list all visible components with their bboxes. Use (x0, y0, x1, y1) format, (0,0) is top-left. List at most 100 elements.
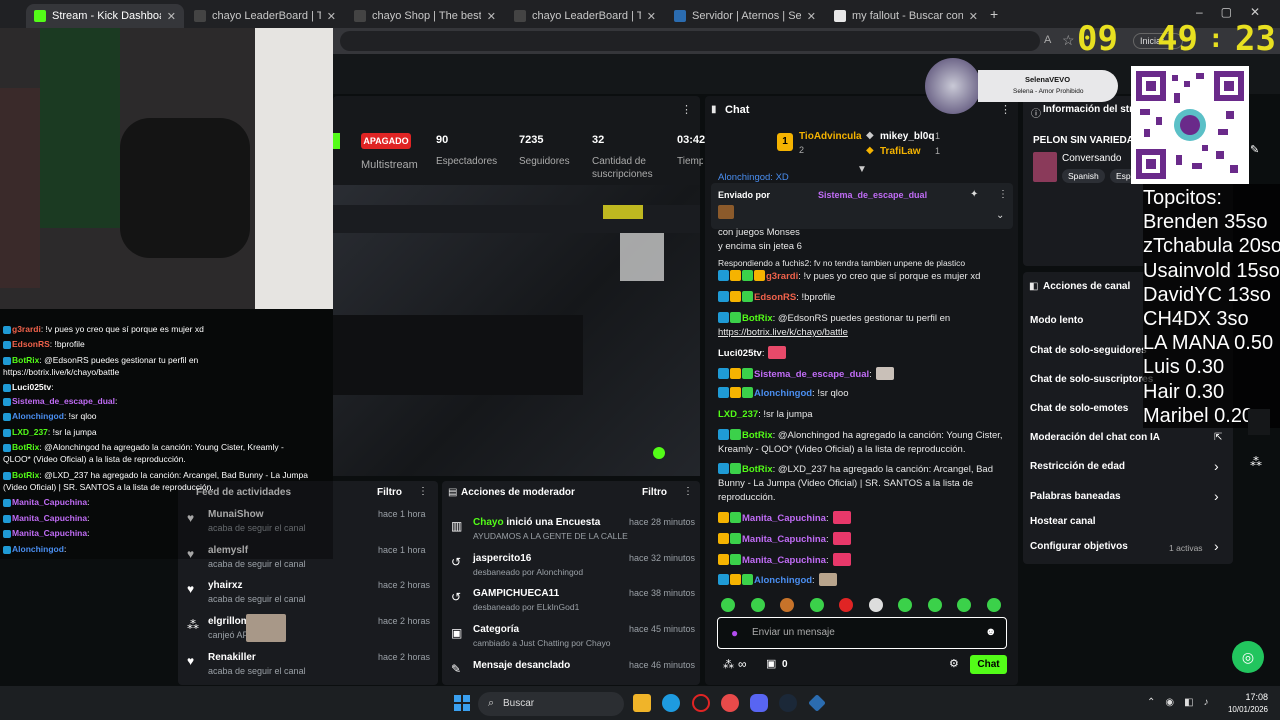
browser-tab[interactable]: Stream - Kick Dashboard ✕ (26, 4, 184, 28)
mod-action-subject[interactable]: jaspercito16 (473, 553, 531, 564)
emote-picker-item[interactable] (809, 598, 824, 612)
edit-icon[interactable]: ✎ (1250, 143, 1259, 156)
preview-more-icon[interactable]: ⋮ (681, 103, 692, 116)
send-chat-button[interactable]: Chat (970, 655, 1007, 674)
chat-username[interactable]: Luci025tv (718, 348, 762, 359)
chat-username[interactable]: BotRix (742, 430, 773, 441)
tab-close-icon[interactable]: ✕ (487, 10, 496, 23)
channel-action-item[interactable]: Configurar objetivos (1030, 541, 1128, 552)
side-dots-icon[interactable]: ⁂ (1250, 455, 1262, 469)
leader-2-name[interactable]: mikey_bl0q (880, 131, 934, 142)
read-aloud-icon[interactable]: A (1044, 34, 1051, 46)
file-explorer-icon[interactable] (633, 694, 651, 712)
feed-filter[interactable]: Filtro (377, 487, 402, 498)
edge-icon[interactable] (662, 694, 680, 712)
chat-username[interactable]: Sistema_de_escape_dual (754, 369, 869, 380)
chat-username[interactable]: BotRix (742, 464, 773, 475)
feed-user[interactable]: elgrillom (208, 616, 250, 627)
feed-user[interactable]: Renakiller (208, 652, 256, 663)
channel-action-item[interactable]: Chat de solo-emotes (1030, 403, 1128, 414)
tab-close-icon[interactable]: ✕ (969, 10, 978, 23)
mod-action-subject[interactable]: Chayo (473, 517, 504, 528)
chat-username[interactable]: Manita_Capuchina (742, 534, 826, 545)
windows-start-icon[interactable] (454, 695, 470, 711)
emote-picker-item[interactable] (780, 598, 794, 612)
chat-username[interactable]: Manita_Capuchina (742, 555, 826, 566)
pinned-expand-icon[interactable]: ⌄ (996, 210, 1004, 221)
system-tray-icons[interactable]: ⌃◉◧♪ (1147, 697, 1219, 708)
browser-tab[interactable]: Servidor | Aternos | Servidor de Mi ✕ (666, 4, 824, 28)
tab-close-icon[interactable]: ✕ (647, 10, 656, 23)
steam-icon[interactable] (779, 694, 797, 712)
mod-filter[interactable]: Filtro (642, 487, 667, 498)
channel-action-item[interactable]: Modo lento (1030, 315, 1083, 326)
channel-action-item[interactable]: Hostear canal (1030, 516, 1096, 527)
channel-action-item[interactable]: Moderación del chat con IA (1030, 432, 1160, 443)
channel-action-item[interactable]: Chat de solo-suscriptores (1030, 374, 1153, 385)
side-tool-icon[interactable] (1248, 409, 1270, 435)
category-name[interactable]: Conversando (1062, 153, 1121, 164)
channel-action-item[interactable]: Palabras baneadas (1030, 491, 1121, 502)
chat-username[interactable]: Alonchingod (754, 388, 812, 399)
feed-user[interactable]: yhairxz (208, 580, 242, 591)
browser-tab[interactable]: chayo LeaderBoard | The best Cha ✕ (186, 4, 344, 28)
emote-picker-item[interactable] (927, 598, 942, 612)
tab-close-icon[interactable]: ✕ (327, 10, 336, 23)
chat-username[interactable]: g3rardi (766, 271, 798, 282)
gift-icon[interactable]: ▣ (766, 657, 776, 670)
channel-action-item[interactable]: Chat de solo-seguidores (1030, 345, 1147, 356)
chat-username[interactable]: LXD_237 (718, 409, 758, 420)
chevron-right-icon[interactable]: › (1214, 458, 1219, 474)
pin-icon[interactable]: ✦ (970, 189, 978, 200)
leader-3-name[interactable]: TrafiLaw (880, 146, 921, 157)
channel-action-item[interactable]: Restricción de edad (1030, 461, 1125, 472)
chat-username[interactable]: Manita_Capuchina (742, 513, 826, 524)
emote-picker-item[interactable] (750, 598, 765, 612)
opera-icon[interactable] (692, 694, 710, 712)
chat-settings-icon[interactable]: ⚙ (949, 657, 959, 670)
mod-action-subject[interactable]: Categoría (473, 624, 519, 635)
pinned-more-icon[interactable]: ⋮ (998, 189, 1008, 200)
emoji-icon[interactable]: ☻ (985, 626, 997, 638)
help-fab-icon[interactable]: ◎ (1232, 641, 1264, 673)
tab-close-icon[interactable]: ✕ (167, 10, 176, 23)
pinned-user[interactable]: Sistema_de_escape_dual (818, 190, 927, 200)
multistream-label[interactable]: Multistream (361, 159, 418, 172)
emote-picker-item[interactable] (957, 598, 971, 612)
stream-title: PELON SIN VARIEDAD (1033, 135, 1142, 146)
emote-picker-item[interactable] (898, 598, 912, 612)
new-tab-button[interactable]: + (990, 6, 998, 22)
chevron-right-icon[interactable]: › (1214, 488, 1219, 504)
mod-more-icon[interactable]: ⋮ (683, 486, 693, 497)
chat-username[interactable]: EdsonRS (754, 292, 796, 303)
chat-input-placeholder[interactable]: Enviar un mensaje (752, 627, 835, 638)
chat-emote (818, 573, 837, 586)
discord-icon[interactable] (750, 694, 768, 712)
mod-action-subject[interactable]: Mensaje desanclado (473, 660, 570, 671)
emote-picker-item[interactable] (986, 598, 1001, 612)
chat-username[interactable]: BotRix (742, 313, 773, 324)
emote-picker-item[interactable] (839, 598, 853, 612)
chrome-icon[interactable] (721, 694, 739, 712)
browser-tab[interactable]: chayo LeaderBoard | The best Cha ✕ (506, 4, 664, 28)
settings-dots-icon[interactable]: ⁂ (723, 658, 734, 671)
external-link-icon[interactable]: ⇱ (1214, 432, 1222, 443)
browser-tab[interactable]: chayo Shop | The best ChatBot an ✕ (346, 4, 504, 28)
mod-action-subject[interactable]: GAMPICHUECA11 (473, 588, 559, 599)
collapse-icon[interactable]: ▼ (857, 164, 867, 175)
taskbar-search-label[interactable]: Buscar (503, 698, 534, 709)
feed-more-icon[interactable]: ⋮ (418, 486, 428, 497)
browser-tab[interactable]: my fallout - Buscar con Google ✕ (826, 4, 986, 28)
emote-picker-item[interactable] (868, 598, 883, 612)
emote-picker-item[interactable] (721, 598, 735, 612)
tab-close-icon[interactable]: ✕ (807, 10, 816, 23)
chat-username[interactable]: Alonchingod (754, 575, 812, 586)
chevron-right-icon[interactable]: › (1214, 538, 1219, 554)
mic-icon[interactable]: ● (731, 626, 738, 640)
taskbar-search-box[interactable] (478, 692, 624, 716)
leader-1-name[interactable]: TioAdvincula (799, 131, 862, 142)
favorite-star-icon[interactable]: ☆ (1062, 32, 1075, 49)
chat-more-icon[interactable]: ⋮ (1000, 103, 1011, 116)
window-controls[interactable]: –▢✕ (1196, 5, 1278, 19)
address-input[interactable] (340, 31, 1040, 51)
